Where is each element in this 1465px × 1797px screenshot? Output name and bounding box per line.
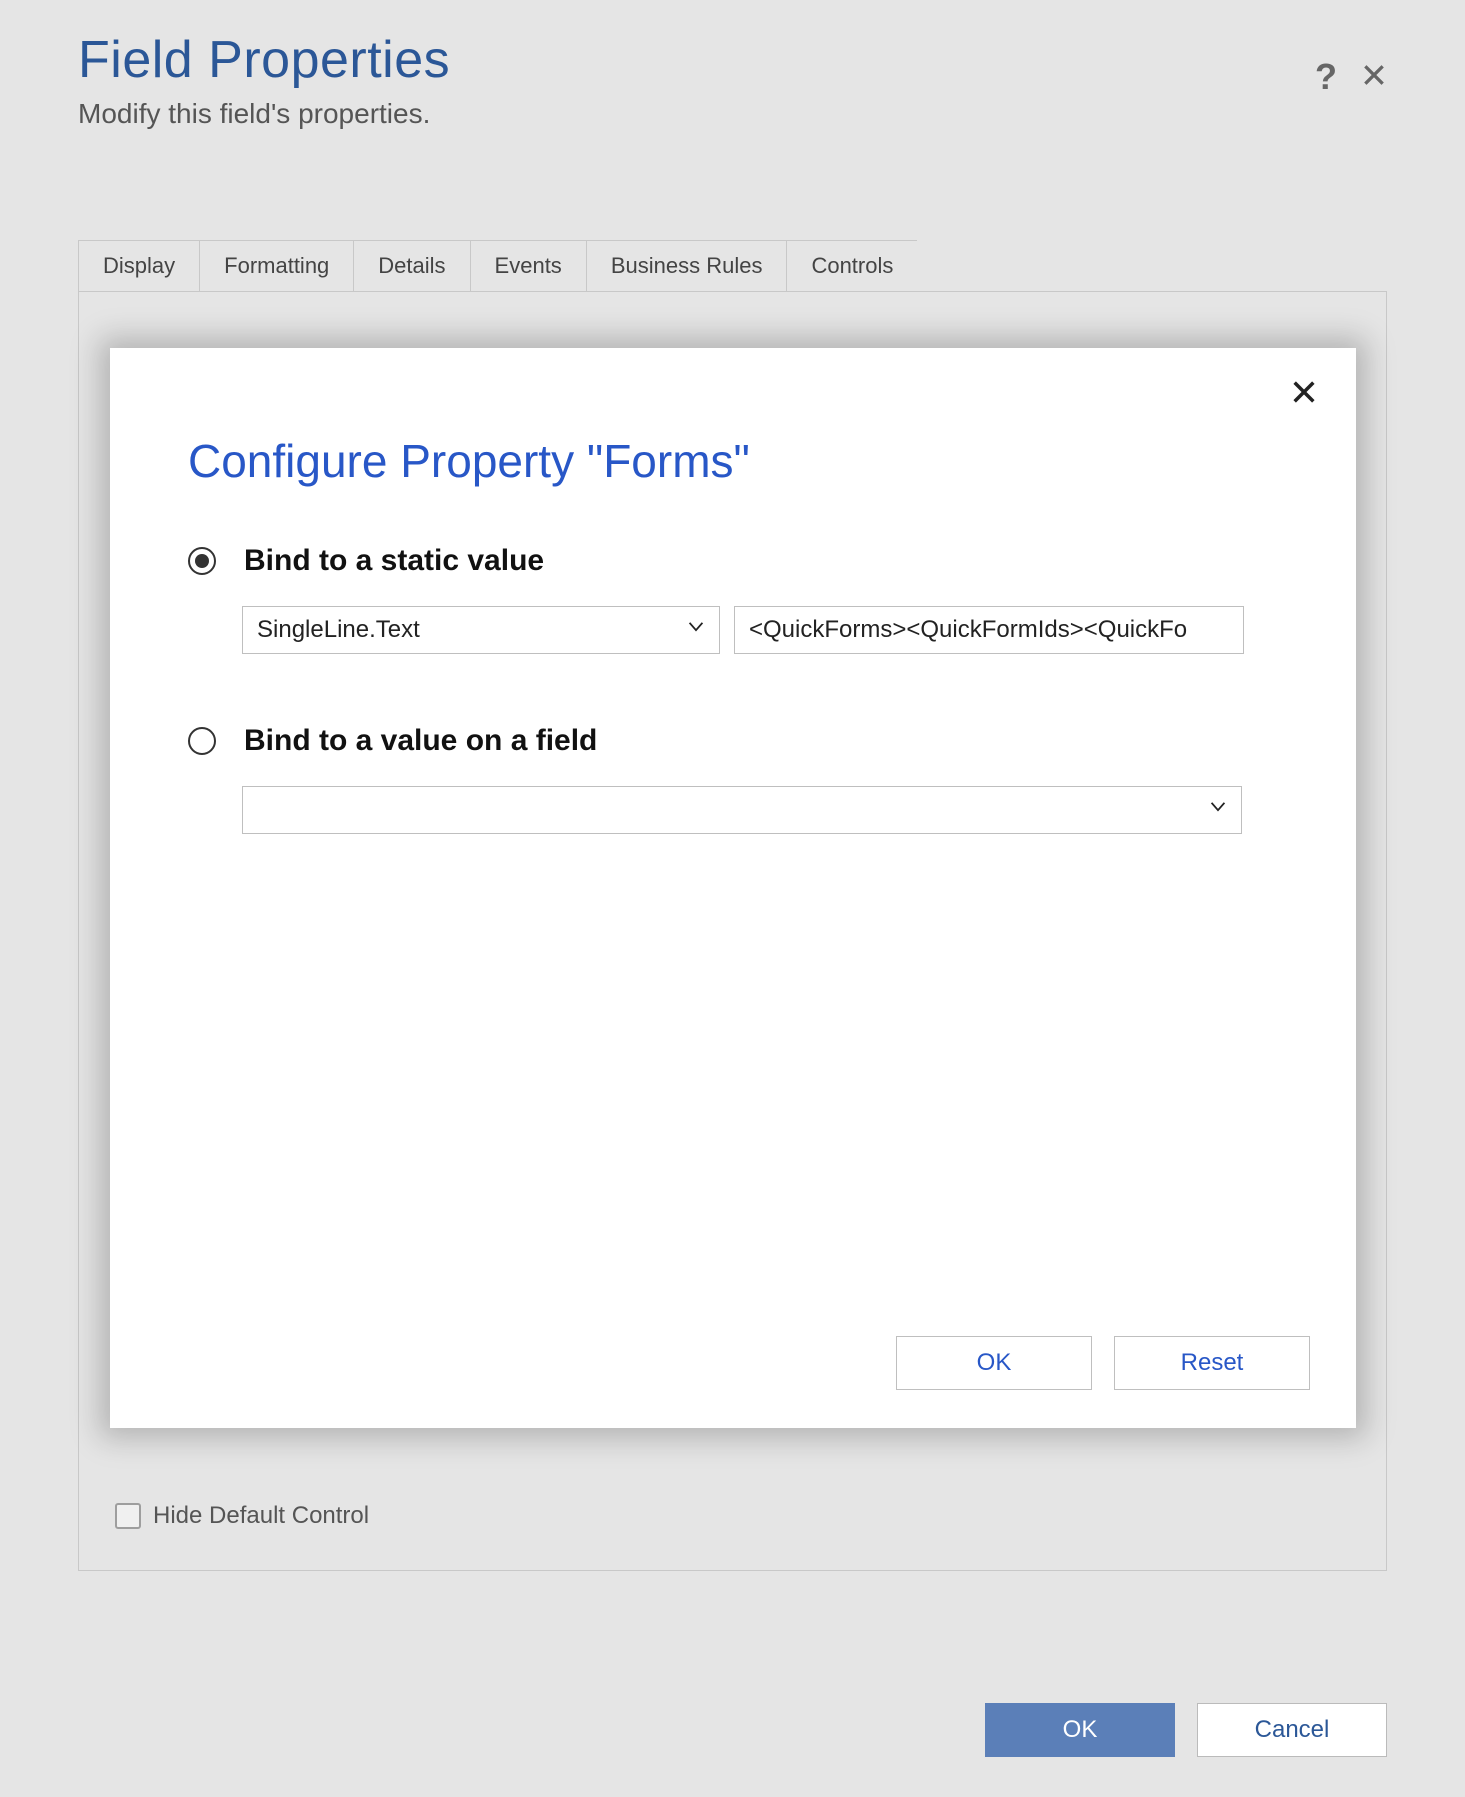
page-header: Field Properties Modify this field's pro…	[0, 0, 1465, 130]
static-type-value: SingleLine.Text	[257, 616, 420, 644]
close-icon[interactable]	[1361, 62, 1387, 93]
cancel-button[interactable]: Cancel	[1197, 1703, 1387, 1757]
field-select[interactable]	[242, 786, 1242, 834]
page-header-left: Field Properties Modify this field's pro…	[78, 30, 450, 130]
page-title: Field Properties	[78, 30, 450, 90]
modal-ok-button[interactable]: OK	[896, 1336, 1092, 1390]
static-type-select[interactable]: SingleLine.Text	[242, 606, 720, 654]
page-subtitle: Modify this field's properties.	[78, 98, 450, 130]
option-field-label: Bind to a value on a field	[244, 724, 597, 758]
modal-reset-button[interactable]: Reset	[1114, 1336, 1310, 1390]
hide-default-control-row: Hide Default Control	[115, 1502, 369, 1530]
modal-close-icon[interactable]	[1290, 378, 1318, 411]
option-static-label: Bind to a static value	[244, 544, 544, 578]
modal-footer: OK Reset	[188, 1336, 1316, 1392]
footer-buttons: OK Cancel	[985, 1703, 1387, 1757]
option-static-body: SingleLine.Text	[242, 606, 1316, 654]
tab-formatting[interactable]: Formatting	[200, 240, 354, 291]
tab-strip: Display Formatting Details Events Busine…	[78, 240, 1387, 291]
configure-property-modal: Configure Property "Forms" Bind to a sta…	[110, 348, 1356, 1428]
radio-static-value[interactable]	[188, 547, 216, 575]
hide-default-checkbox[interactable]	[115, 1503, 141, 1529]
tab-controls[interactable]: Controls	[787, 240, 917, 291]
tab-events[interactable]: Events	[471, 240, 587, 291]
chevron-down-icon	[1207, 796, 1229, 825]
chevron-down-icon	[685, 616, 707, 645]
option-field-body	[242, 786, 1316, 834]
static-value-input[interactable]	[734, 606, 1244, 654]
option-field-header[interactable]: Bind to a value on a field	[188, 724, 1316, 758]
option-static-header[interactable]: Bind to a static value	[188, 544, 1316, 578]
tab-display[interactable]: Display	[78, 240, 200, 291]
modal-title: Configure Property "Forms"	[188, 434, 1316, 488]
ok-button[interactable]: OK	[985, 1703, 1175, 1757]
radio-field-value[interactable]	[188, 727, 216, 755]
hide-default-label: Hide Default Control	[153, 1502, 369, 1530]
tab-details[interactable]: Details	[354, 240, 470, 291]
tab-business-rules[interactable]: Business Rules	[587, 240, 788, 291]
page-header-actions: ?	[1315, 56, 1387, 98]
help-icon[interactable]: ?	[1315, 56, 1337, 98]
